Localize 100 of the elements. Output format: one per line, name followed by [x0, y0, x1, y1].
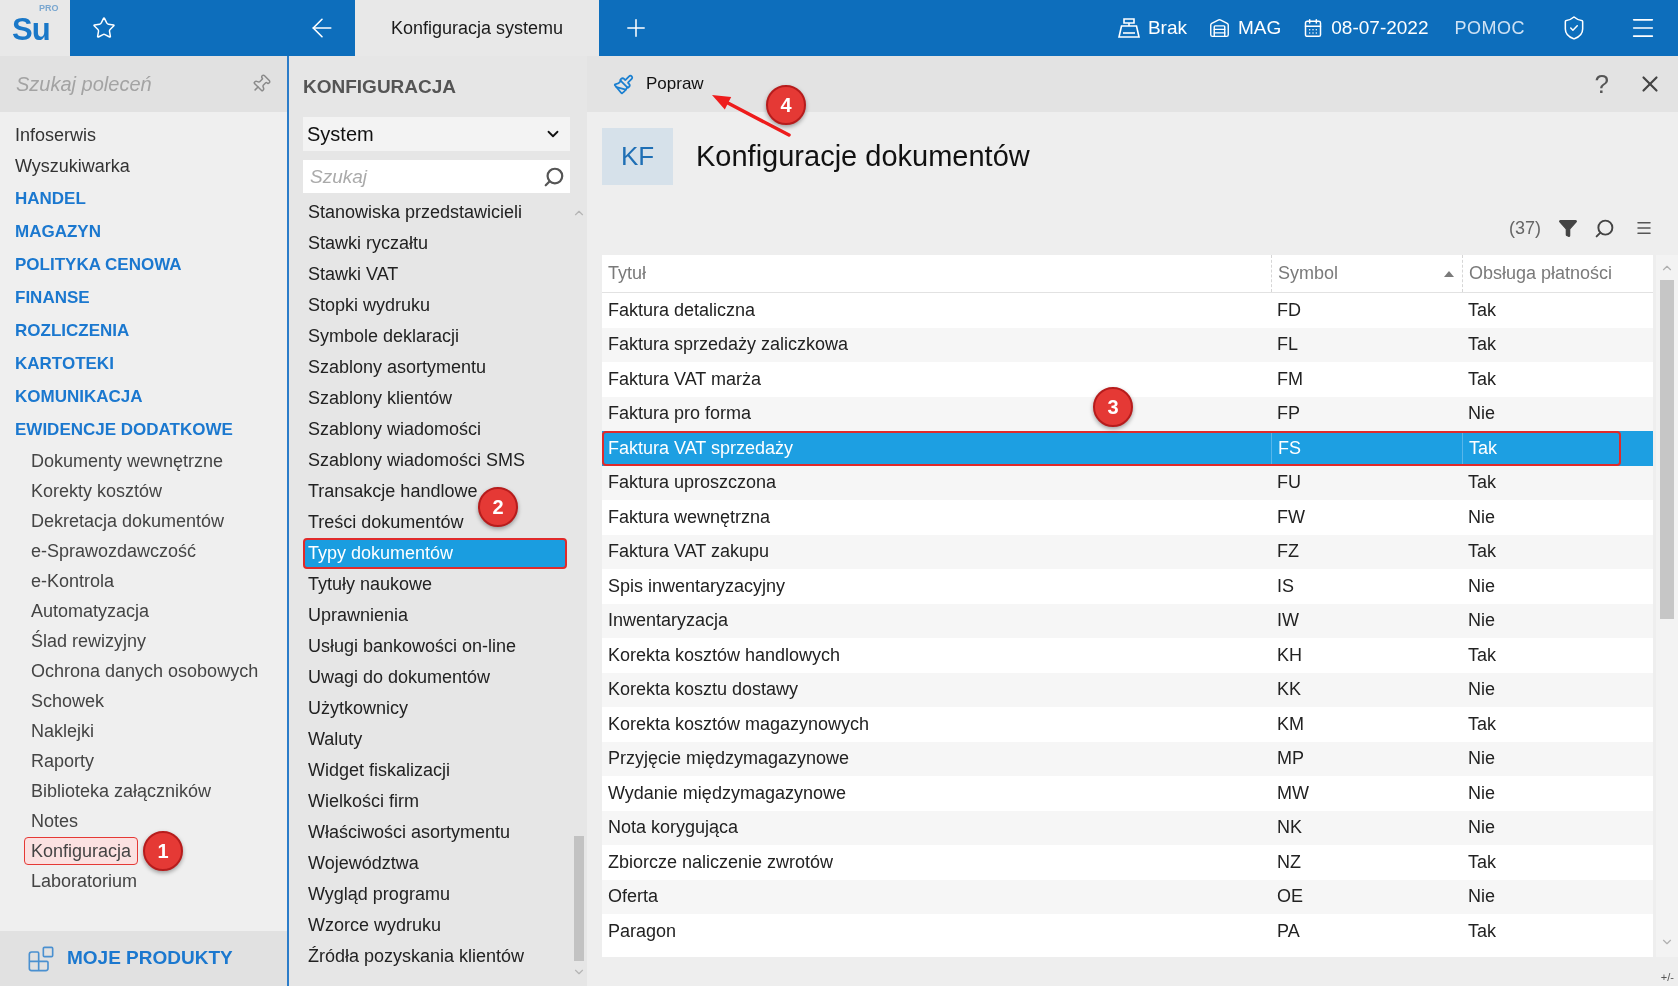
- config-list-item[interactable]: Województwa: [303, 848, 567, 879]
- config-list-item[interactable]: Wielkości firm: [303, 786, 567, 817]
- sidebar-section[interactable]: ROZLICZENIA: [15, 317, 130, 344]
- command-search-field[interactable]: Szukaj poleceń: [0, 56, 287, 112]
- filter-icon[interactable]: [1558, 218, 1578, 238]
- sidebar-item[interactable]: Dekretacja dokumentów: [24, 507, 232, 535]
- table-cell-text: Faktura VAT sprzedaży: [608, 436, 794, 460]
- table-cell-text: Nie: [1468, 781, 1495, 805]
- table-row[interactable]: Korekta kosztu dostawy KK Nie: [602, 672, 1653, 707]
- table-cell-text: Faktura sprzedaży zaliczkowa: [608, 333, 849, 357]
- category-dropdown[interactable]: System: [303, 117, 570, 151]
- column-header[interactable]: Obsługa płatności: [1462, 255, 1653, 292]
- scrollbar-thumb[interactable]: [1660, 280, 1674, 619]
- table-cell-text: Faktura VAT zakupu: [608, 540, 770, 564]
- sidebar-item[interactable]: Automatyzacja: [24, 597, 157, 625]
- table-row[interactable]: Faktura sprzedaży zaliczkowa FL Tak: [602, 327, 1653, 362]
- table-cell-text: Faktura detaliczna: [608, 298, 756, 322]
- table-cell-text: Korekta kosztów magazynowych: [608, 712, 870, 736]
- record-count: (37): [1509, 216, 1541, 240]
- search-icon[interactable]: [1594, 217, 1615, 239]
- table-cell-text: MW: [1277, 781, 1309, 805]
- config-list-item[interactable]: Usługi bankowości on-line: [303, 631, 567, 662]
- status-label[interactable]: MAG: [1238, 13, 1282, 43]
- sidebar-item[interactable]: Notes: [24, 807, 86, 835]
- table-row[interactable]: Faktura uproszczona FU Tak: [602, 465, 1653, 500]
- table-row[interactable]: Faktura VAT zakupu FZ Tak: [602, 534, 1653, 569]
- table-cell-text: Faktura pro forma: [608, 402, 752, 426]
- config-list-item[interactable]: Wygląd programu: [303, 879, 567, 910]
- table-cell-text: Nie: [1468, 402, 1495, 426]
- sidebar-item[interactable]: Schowek: [24, 687, 112, 715]
- config-list-item[interactable]: Stawki ryczałtu: [303, 228, 567, 259]
- sidebar-item[interactable]: Konfiguracja: [24, 837, 139, 865]
- config-list-item[interactable]: Uprawnienia: [303, 600, 567, 631]
- table-cell-text: Nie: [1468, 747, 1495, 771]
- star-icon[interactable]: [92, 16, 116, 40]
- config-list-item[interactable]: Wzorce wydruku: [303, 910, 567, 941]
- config-list-item[interactable]: Stawki VAT: [303, 259, 567, 290]
- table-cell-text: Nie: [1468, 885, 1495, 909]
- table-row[interactable]: Oferta OE Nie: [602, 879, 1653, 914]
- config-list-item[interactable]: Waluty: [303, 724, 567, 755]
- search-icon[interactable]: [543, 165, 565, 188]
- logo-superscript: PRO: [39, 4, 59, 13]
- config-list-item[interactable]: Tytuły naukowe: [303, 569, 567, 600]
- table-cell-text: Tak: [1468, 643, 1496, 667]
- status-label[interactable]: Brak: [1147, 13, 1187, 43]
- sidebar-section[interactable]: HANDEL: [15, 185, 86, 212]
- menu-icon[interactable]: [1635, 219, 1653, 237]
- config-list-item[interactable]: Szablony klientów: [303, 383, 567, 414]
- scrollbar-thumb[interactable]: [573, 836, 584, 961]
- column-header[interactable]: Tytuł: [602, 255, 1271, 292]
- sidebar-section[interactable]: KOMUNIKACJA: [15, 383, 143, 410]
- sidebar-item[interactable]: Laboratorium: [24, 867, 145, 895]
- config-list-item[interactable]: Użytkownicy: [303, 693, 567, 724]
- config-list-item[interactable]: Szablony wiadomości: [303, 414, 567, 445]
- config-list-item[interactable]: Stopki wydruku: [303, 290, 567, 321]
- sidebar-link[interactable]: Wyszukiwarka: [15, 153, 130, 180]
- sidebar-item[interactable]: Ochrona danych osobowych: [24, 657, 266, 685]
- table-row[interactable]: Inwentaryzacja IW Nie: [602, 603, 1653, 638]
- config-list-item[interactable]: Widget fiskalizacji: [303, 755, 567, 786]
- table-cell-text: Oferta: [608, 885, 659, 909]
- help-button[interactable]: ?: [1594, 71, 1609, 97]
- sidebar-item[interactable]: Raporty: [24, 747, 102, 775]
- table-cell-text: Faktura wewnętrzna: [608, 505, 771, 529]
- edit-button[interactable]: Popraw: [607, 66, 710, 102]
- sidebar-section[interactable]: EWIDENCJE DODATKOWE: [15, 416, 233, 443]
- config-list-item[interactable]: Właściwości asortymentu: [303, 817, 567, 848]
- table-cell-text: Tak: [1468, 367, 1496, 391]
- sidebar-section[interactable]: KARTOTEKI: [15, 350, 114, 377]
- table-cell-text: Tak: [1469, 436, 1497, 460]
- config-list-item[interactable]: Symbole deklaracji: [303, 321, 567, 352]
- table-row[interactable]: Nota korygująca NK Nie: [602, 810, 1653, 845]
- status-label[interactable]: 08-07-2022: [1331, 13, 1429, 43]
- help-link[interactable]: POMOC: [1454, 14, 1525, 42]
- config-list-item[interactable]: Źródła pozyskania klientów: [303, 941, 567, 972]
- sidebar-section[interactable]: FINANSE: [15, 284, 90, 311]
- sidebar-section[interactable]: POLITYKA CENOWA: [15, 251, 182, 278]
- table-cell-text: FU: [1277, 471, 1301, 495]
- table-row[interactable]: Przyjęcie międzymagazynowe MP Nie: [602, 741, 1653, 776]
- config-list-item[interactable]: Stanowiska przedstawicieli: [303, 197, 567, 228]
- sidebar-item[interactable]: Biblioteka załączników: [24, 777, 219, 805]
- config-list-item[interactable]: Szablony wiadomości SMS: [303, 445, 567, 476]
- sidebar-section[interactable]: MAGAZYN: [15, 218, 101, 245]
- config-list-item[interactable]: Uwagi do dokumentów: [303, 662, 567, 693]
- table-cell-text: Tak: [1468, 712, 1496, 736]
- column-header[interactable]: Symbol: [1271, 255, 1462, 292]
- sidebar-link[interactable]: Infoserwis: [15, 122, 97, 149]
- sidebar-item[interactable]: e-Kontrola: [24, 567, 122, 595]
- table-cell-text: Faktura uproszczona: [608, 471, 777, 495]
- sidebar-item[interactable]: Ślad rewizyjny: [24, 627, 154, 655]
- config-list-item[interactable]: Szablony asortymentu: [303, 352, 567, 383]
- table-cell-text: FS: [1278, 436, 1301, 460]
- footer-text: +/-: [1660, 972, 1674, 983]
- table-cell-text: Tak: [1468, 540, 1496, 564]
- sidebar-item[interactable]: e-Sprawozdawczość: [24, 537, 204, 565]
- sidebar-item[interactable]: Naklejki: [24, 717, 102, 745]
- active-tab[interactable]: Konfiguracja systemu: [355, 0, 599, 56]
- sidebar-item[interactable]: Korekty kosztów: [24, 477, 170, 505]
- table-cell-text: Nie: [1468, 609, 1495, 633]
- search-input[interactable]: Szukaj poleceń: [16, 68, 243, 100]
- sidebar-item[interactable]: Dokumenty wewnętrzne: [24, 447, 231, 475]
